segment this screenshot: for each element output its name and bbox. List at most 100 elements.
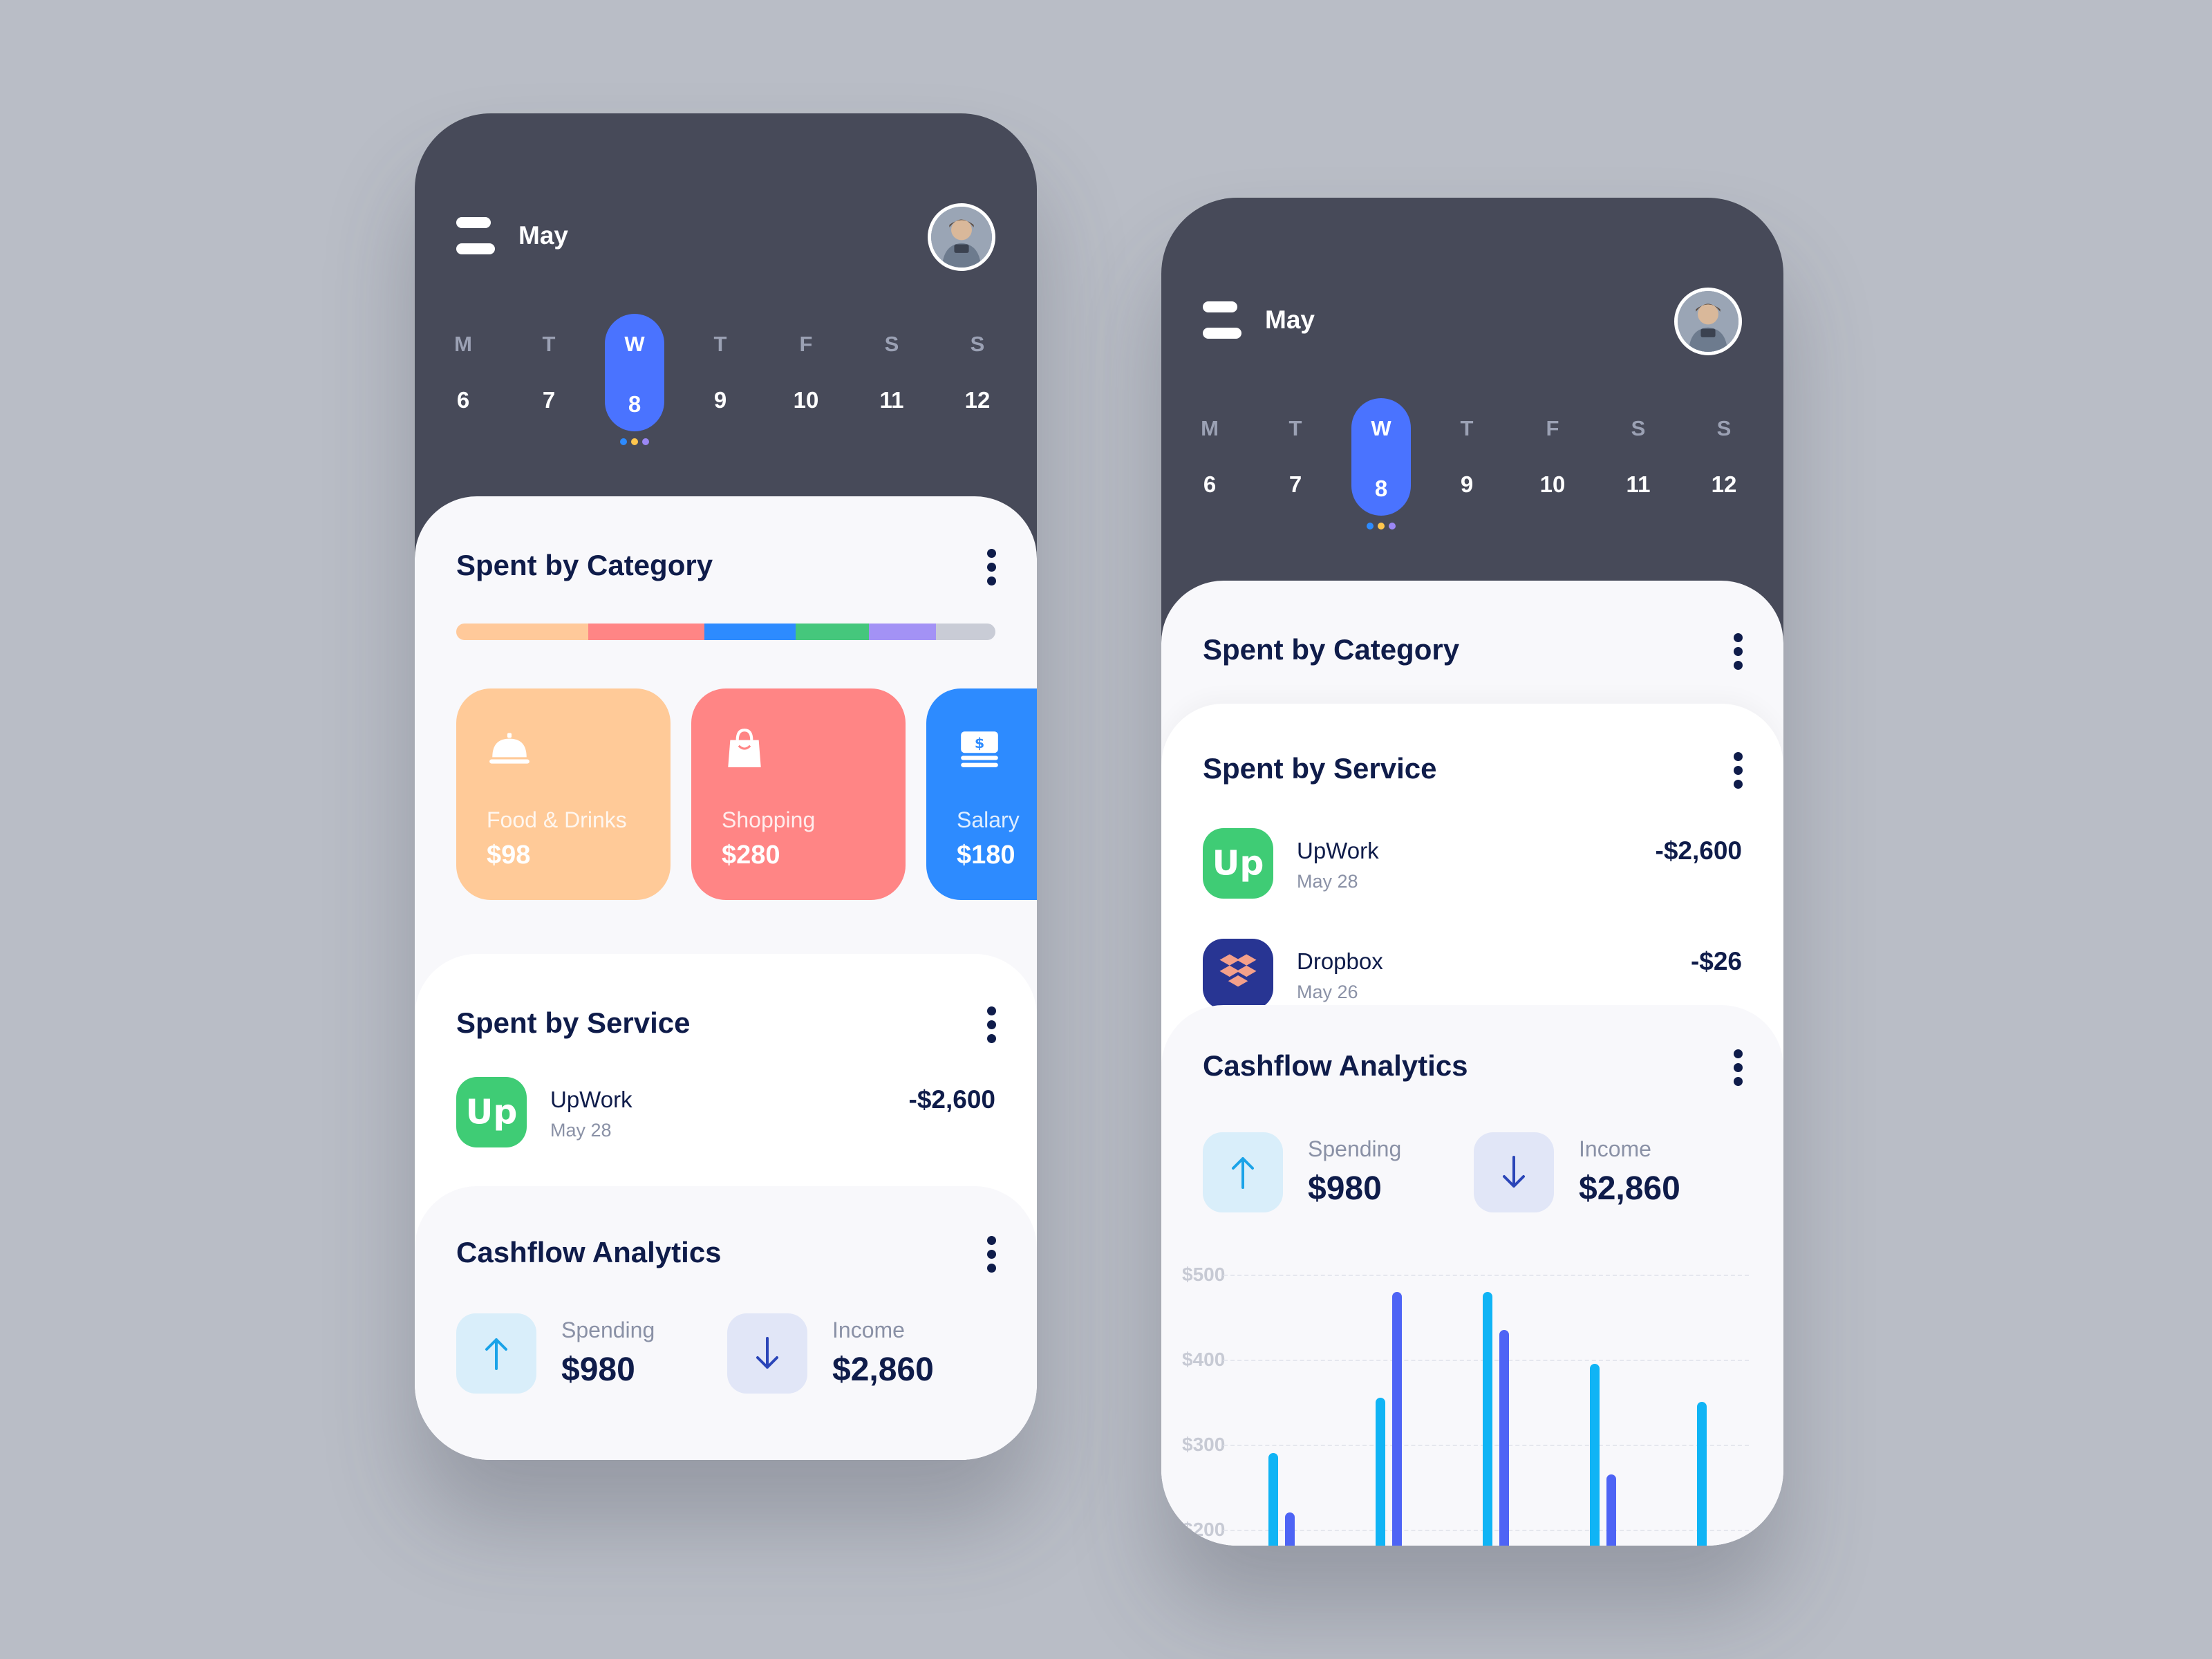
svg-text:$: $ xyxy=(975,735,984,751)
more-options-icon[interactable] xyxy=(987,549,997,585)
weekday-label: T xyxy=(1288,416,1302,440)
service-name: Dropbox xyxy=(1297,948,1383,974)
weekday-label: S xyxy=(1631,416,1646,440)
day-number: 6 xyxy=(456,387,470,413)
income-bar[interactable] xyxy=(1606,1474,1616,1546)
income-bar[interactable] xyxy=(1392,1291,1402,1546)
spending-value: $980 xyxy=(1308,1170,1382,1207)
spending-bar[interactable] xyxy=(1268,1453,1278,1546)
event-dot xyxy=(620,438,627,445)
more-options-icon[interactable] xyxy=(1734,1049,1743,1086)
income-value: $2,860 xyxy=(832,1351,934,1388)
arrow-down-icon xyxy=(756,1337,778,1369)
month-label[interactable]: May xyxy=(1265,306,1315,335)
cashflow-title: Cashflow Analytics xyxy=(1203,1049,1468,1082)
tile-label: Food & Drinks xyxy=(487,807,627,832)
money-stack-icon: $ xyxy=(961,731,998,767)
user-avatar[interactable] xyxy=(928,203,995,271)
spending-bar[interactable] xyxy=(1483,1291,1492,1546)
tile-label: Salary xyxy=(957,807,1020,832)
spending-bar[interactable] xyxy=(1376,1398,1385,1546)
income-icon-box xyxy=(1474,1132,1554,1212)
weekday-label: T xyxy=(1460,416,1474,440)
phone-screen-right: May M 6 T 7 W 8 T 9 F 10 S 11 S 12 Spent… xyxy=(1161,198,1783,1546)
calendar-day[interactable]: T 9 xyxy=(691,314,750,431)
phone-screen-left: May M 6 T 7 W 8 T 9 F 10 S 11 S 12 Spent… xyxy=(415,113,1037,1460)
weekday-label: F xyxy=(799,332,813,356)
calendar-day[interactable]: M 6 xyxy=(433,314,493,431)
income-stat[interactable]: Income $2,860 xyxy=(1474,1132,1736,1215)
income-stat[interactable]: Income $2,860 xyxy=(727,1313,990,1396)
calendar-day[interactable]: T 7 xyxy=(1266,398,1325,516)
tile-amount: $98 xyxy=(487,841,531,870)
upwork-logo-icon: Up xyxy=(1203,828,1273,899)
more-options-icon[interactable] xyxy=(987,1236,997,1273)
dropbox-logo-icon xyxy=(1203,939,1273,1009)
spending-bar[interactable] xyxy=(1590,1364,1600,1546)
calendar-day[interactable]: S 12 xyxy=(948,314,1007,431)
day-number: 6 xyxy=(1203,471,1217,497)
weekday-label: M xyxy=(1201,416,1219,440)
event-dot xyxy=(1378,523,1385,529)
menu-icon[interactable] xyxy=(456,217,495,256)
income-icon-box xyxy=(727,1313,807,1394)
calendar-day[interactable]: F 10 xyxy=(1523,398,1582,516)
more-options-icon[interactable] xyxy=(1734,752,1743,789)
calendar-day[interactable]: T 9 xyxy=(1437,398,1497,516)
y-tick-label: $200 xyxy=(1182,1518,1226,1540)
service-title: Spent by Service xyxy=(1203,752,1437,785)
category-segment xyxy=(936,624,995,640)
day-number: 10 xyxy=(793,387,819,413)
category-progress-bar xyxy=(456,624,995,640)
cashflow-stats: Spending $980 Income $2,860 xyxy=(456,1313,995,1403)
weekday-label: M xyxy=(454,332,472,356)
cashflow-title: Cashflow Analytics xyxy=(456,1236,722,1268)
service-amount: -$2,600 xyxy=(1655,836,1743,865)
top-bar: May xyxy=(1203,288,1742,357)
calendar-day[interactable]: M 6 xyxy=(1180,398,1239,516)
more-options-icon[interactable] xyxy=(987,1006,997,1043)
month-label[interactable]: May xyxy=(518,221,568,250)
category-tile-salary[interactable]: $ Salary $180 xyxy=(926,688,1037,900)
category-tile-shopping[interactable]: Shopping $280 xyxy=(691,688,906,900)
spending-stat[interactable]: Spending $980 xyxy=(456,1313,719,1396)
arrow-up-icon xyxy=(485,1338,507,1370)
category-segment xyxy=(868,624,937,640)
service-amount: -$2,600 xyxy=(908,1085,996,1114)
top-bar: May xyxy=(456,203,995,272)
calendar-day[interactable]: S 12 xyxy=(1694,398,1754,516)
more-options-icon[interactable] xyxy=(1734,633,1743,670)
day-number: 11 xyxy=(879,387,904,413)
category-title: Spent by Category xyxy=(456,549,713,581)
menu-icon[interactable] xyxy=(1203,301,1241,340)
service-name: UpWork xyxy=(1297,838,1379,863)
income-bar[interactable] xyxy=(1285,1512,1295,1546)
spending-bar[interactable] xyxy=(1697,1402,1707,1546)
service-row-upwork[interactable]: Up UpWork May 28 -$2,600 xyxy=(1203,828,1742,911)
cashflow-stats: Spending $980 Income $2,860 xyxy=(1203,1132,1742,1222)
food-cloche-icon xyxy=(489,733,529,764)
spending-stat[interactable]: Spending $980 xyxy=(1203,1132,1465,1215)
weekday-label: S xyxy=(884,332,899,356)
weekday-label: W xyxy=(624,332,645,356)
category-tile-food[interactable]: Food & Drinks $98 xyxy=(456,688,671,900)
calendar-day[interactable]: S 11 xyxy=(862,314,921,431)
day-number: 12 xyxy=(1711,471,1737,497)
calendar-day-selected[interactable]: W 8 xyxy=(605,314,664,445)
y-tick-label: $500 xyxy=(1182,1264,1226,1285)
user-avatar[interactable] xyxy=(1674,288,1742,355)
grid-line xyxy=(1224,1275,1749,1276)
service-date: May 28 xyxy=(550,1120,612,1141)
event-dots xyxy=(1367,523,1396,529)
day-number: 8 xyxy=(628,391,641,417)
income-bar[interactable] xyxy=(1499,1329,1509,1546)
service-amount: -$26 xyxy=(1690,947,1742,975)
spending-icon-box xyxy=(1203,1132,1283,1212)
calendar-day[interactable]: F 10 xyxy=(776,314,836,431)
calendar-day[interactable]: S 11 xyxy=(1609,398,1668,516)
tile-label: Shopping xyxy=(722,807,816,832)
tile-amount: $180 xyxy=(957,841,1015,870)
service-row-upwork[interactable]: Up UpWork May 28 -$2,600 xyxy=(456,1077,995,1160)
calendar-day-selected[interactable]: W 8 xyxy=(1351,398,1411,529)
calendar-day[interactable]: T 7 xyxy=(519,314,579,431)
